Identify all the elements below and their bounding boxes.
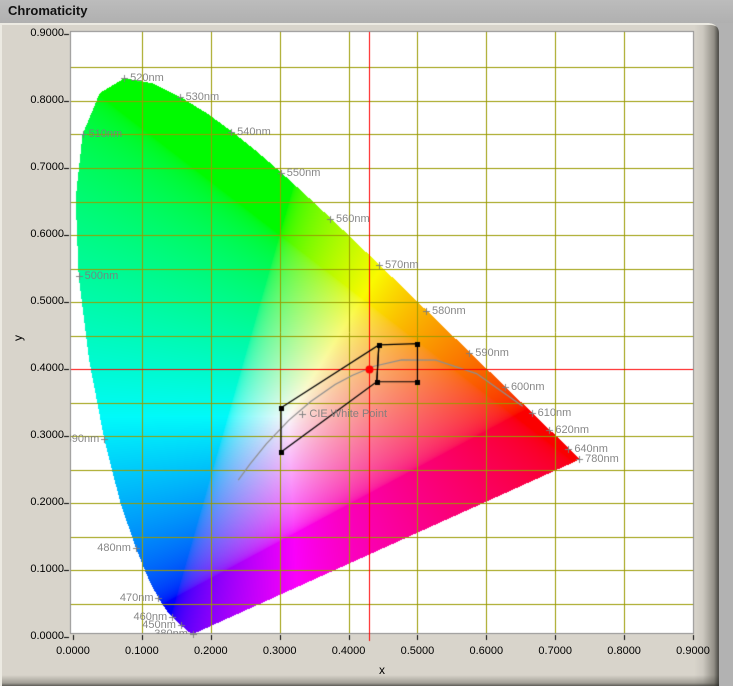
window-titlebar: Chromaticity [0,0,733,23]
x-axis-tick-label-0.6000: 0.6000 [458,645,514,658]
y-axis-tick-label-0.1000: 0.1000 [14,563,64,576]
x-axis-tick-label-0.5000: 0.5000 [389,645,445,658]
window-title: Chromaticity [8,3,87,18]
y-axis-title: y [10,330,26,346]
x-axis-tick-label-0.3000: 0.3000 [252,645,308,658]
x-axis-tick-label-0.9000: 0.9000 [665,645,721,658]
x-axis-tick-label-0.4000: 0.4000 [321,645,377,658]
y-axis-tick-label-0.0000: 0.0000 [14,630,64,643]
y-axis-tick-label-0.4000: 0.4000 [14,362,64,375]
x-axis-title: x [330,663,434,677]
chart-panel: 380nm450nm460nm470nm480nm490nm500nm510nm… [0,23,719,686]
x-axis-tick-label-0.7000: 0.7000 [527,645,583,658]
y-axis-tick-label-0.5000: 0.5000 [14,295,64,308]
y-axis-tick-label-0.7000: 0.7000 [14,161,64,174]
y-axis-tick-label-0.6000: 0.6000 [14,228,64,241]
y-axis-tick-label-0.2000: 0.2000 [14,496,64,509]
chromaticity-window: Chromaticity 380nm450nm460nm470nm480nm49… [0,0,733,686]
y-axis-tick-label-0.8000: 0.8000 [14,94,64,107]
x-axis-tick-label-0.8000: 0.8000 [596,645,652,658]
x-axis-tick-label-0.1000: 0.1000 [114,645,170,658]
x-axis-tick-label-0.2000: 0.2000 [183,645,239,658]
chromaticity-diagram-canvas[interactable] [60,25,704,645]
x-axis-tick-label-0.0000: 0.0000 [45,645,101,658]
y-axis-tick-label-0.3000: 0.3000 [14,429,64,442]
y-axis-tick-label-0.9000: 0.9000 [14,27,64,40]
